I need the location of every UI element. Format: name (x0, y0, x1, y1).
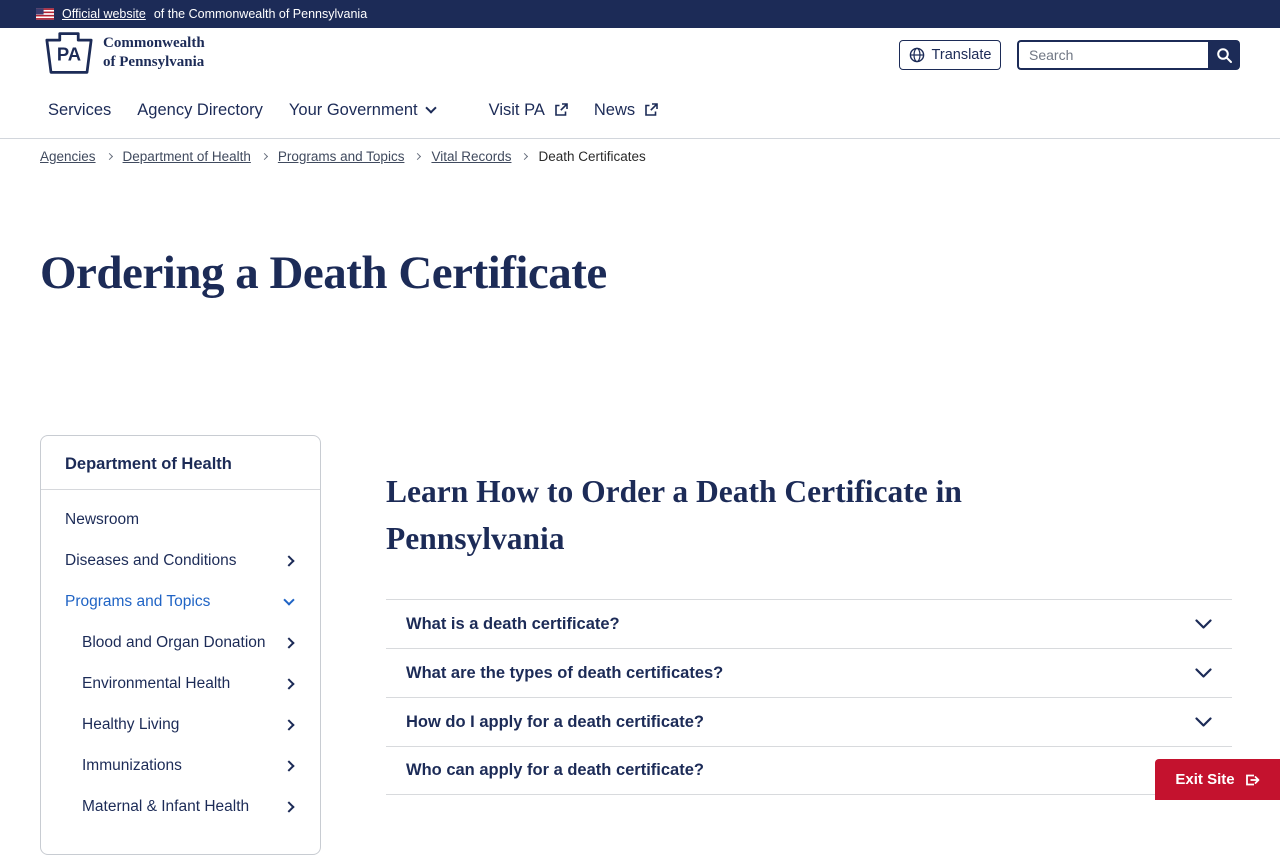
accordion-types-of-death-certificates[interactable]: What are the types of death certificates… (386, 648, 1232, 697)
exit-site-label: Exit Site (1175, 771, 1235, 788)
nav-your-government[interactable]: Your Government (288, 100, 437, 120)
page-title: Ordering a Death Certificate (40, 247, 607, 299)
brand-line1: Commonwealth (103, 34, 205, 51)
nav-services-label: Services (48, 100, 112, 119)
brand-wordmark: Commonwealth of Pennsylvania (103, 34, 205, 73)
chevron-down-icon (424, 102, 437, 114)
us-flag-icon (36, 8, 54, 20)
chevron-right-icon (283, 677, 295, 690)
sidebar-item-environmental-health[interactable]: Environmental Health (41, 663, 320, 704)
sidebar-item-immunizations[interactable]: Immunizations (41, 745, 320, 786)
accordion-who-can-apply[interactable]: Who can apply for a death certificate? (386, 746, 1232, 795)
external-link-icon (554, 103, 568, 117)
sidebar-item-newsroom[interactable]: Newsroom (41, 499, 320, 540)
accordion-question: How do I apply for a death certificate? (406, 712, 704, 731)
accordion-question: Who can apply for a death certificate? (406, 761, 704, 779)
chevron-down-icon (283, 593, 295, 606)
breadcrumb-vital-records[interactable]: Vital Records (431, 149, 511, 164)
chevron-down-icon (1195, 667, 1212, 679)
main-navigation: Services Agency Directory Your Governmen… (0, 82, 1280, 139)
chevron-right-icon (283, 718, 295, 731)
sidebar-item-label: Blood and Organ Donation (82, 633, 266, 651)
accordion-how-do-i-apply[interactable]: How do I apply for a death certificate? (386, 697, 1232, 746)
breadcrumb: Agencies Department of Health Programs a… (40, 149, 646, 164)
nav-services[interactable]: Services (48, 101, 111, 120)
sidebar-item-label: Diseases and Conditions (65, 551, 237, 569)
exit-site-button[interactable]: Exit Site (1155, 759, 1280, 800)
translate-label: Translate (931, 47, 992, 63)
accordion-question: What are the types of death certificates… (406, 663, 724, 682)
nav-agency-directory-label: Agency Directory (137, 100, 263, 119)
faq-accordion: What is a death certificate? What are th… (386, 599, 1232, 795)
sidebar-item-healthy-living[interactable]: Healthy Living (41, 704, 320, 745)
official-website-link[interactable]: Official website (62, 7, 146, 21)
chevron-down-icon (1195, 716, 1212, 728)
globe-icon (909, 47, 925, 63)
svg-text:PA: PA (57, 43, 81, 64)
sidebar-item-label: Newsroom (65, 510, 140, 528)
banner-text: of the Commonwealth of Pennsylvania (153, 7, 368, 21)
sidebar-item-programs-and-topics[interactable]: Programs and Topics (41, 581, 320, 622)
sidebar-item-label: Programs and Topics (65, 592, 211, 610)
breadcrumb-programs-and-topics[interactable]: Programs and Topics (278, 149, 405, 164)
breadcrumb-agencies[interactable]: Agencies (40, 149, 96, 164)
sidebar-list: Newsroom Diseases and Conditions Program… (41, 490, 320, 827)
site-search (1017, 40, 1240, 70)
brand-line2: of Pennsylvania (103, 54, 205, 70)
nav-agency-directory[interactable]: Agency Directory (137, 101, 263, 120)
nav-news-label: News (593, 100, 636, 119)
chevron-right-icon (105, 152, 113, 161)
nav-news[interactable]: News (594, 101, 658, 120)
breadcrumb-current: Death Certificates (538, 149, 646, 164)
site-header: PA Commonwealth of Pennsylvania Translat… (0, 28, 1280, 82)
official-banner: Official website of the Commonwealth of … (0, 0, 1280, 28)
chevron-right-icon (283, 759, 295, 772)
chevron-right-icon (260, 152, 268, 161)
content-heading: Learn How to Order a Death Certificate i… (386, 474, 962, 557)
exit-icon (1244, 772, 1260, 788)
sidebar-item-label: Environmental Health (82, 674, 231, 692)
external-link-icon (644, 103, 658, 117)
pa-logo[interactable]: PA Commonwealth of Pennsylvania (45, 31, 205, 75)
translate-button[interactable]: Translate (899, 40, 1001, 70)
accordion-question: What is a death certificate? (406, 614, 620, 633)
chevron-right-icon (521, 152, 529, 161)
sidebar-item-label: Healthy Living (82, 715, 180, 733)
nav-visit-pa[interactable]: Visit PA (489, 101, 568, 120)
sidebar-item-maternal-infant-health[interactable]: Maternal & Infant Health (41, 786, 320, 827)
sidebar-item-label: Maternal & Infant Health (82, 797, 250, 815)
keystone-icon: PA (45, 31, 93, 75)
sidebar-department-of-health: Department of Health Newsroom Diseases a… (40, 435, 321, 855)
chevron-down-icon (1195, 618, 1212, 630)
sidebar-item-diseases-and-conditions[interactable]: Diseases and Conditions (41, 540, 320, 581)
sidebar-item-blood-and-organ-donation[interactable]: Blood and Organ Donation (41, 622, 320, 663)
search-icon (1216, 47, 1233, 64)
chevron-right-icon (283, 554, 295, 567)
search-input[interactable] (1017, 40, 1208, 70)
nav-visit-pa-label: Visit PA (488, 100, 545, 119)
chevron-right-icon (283, 800, 295, 813)
sidebar-item-label: Immunizations (82, 756, 182, 774)
chevron-right-icon (414, 152, 422, 161)
nav-your-government-label: Your Government (288, 100, 418, 119)
breadcrumb-department-of-health[interactable]: Department of Health (123, 149, 251, 164)
sidebar-title: Department of Health (41, 436, 320, 490)
search-button[interactable] (1208, 40, 1240, 70)
chevron-right-icon (283, 636, 295, 649)
accordion-what-is-a-death-certificate[interactable]: What is a death certificate? (386, 599, 1232, 648)
